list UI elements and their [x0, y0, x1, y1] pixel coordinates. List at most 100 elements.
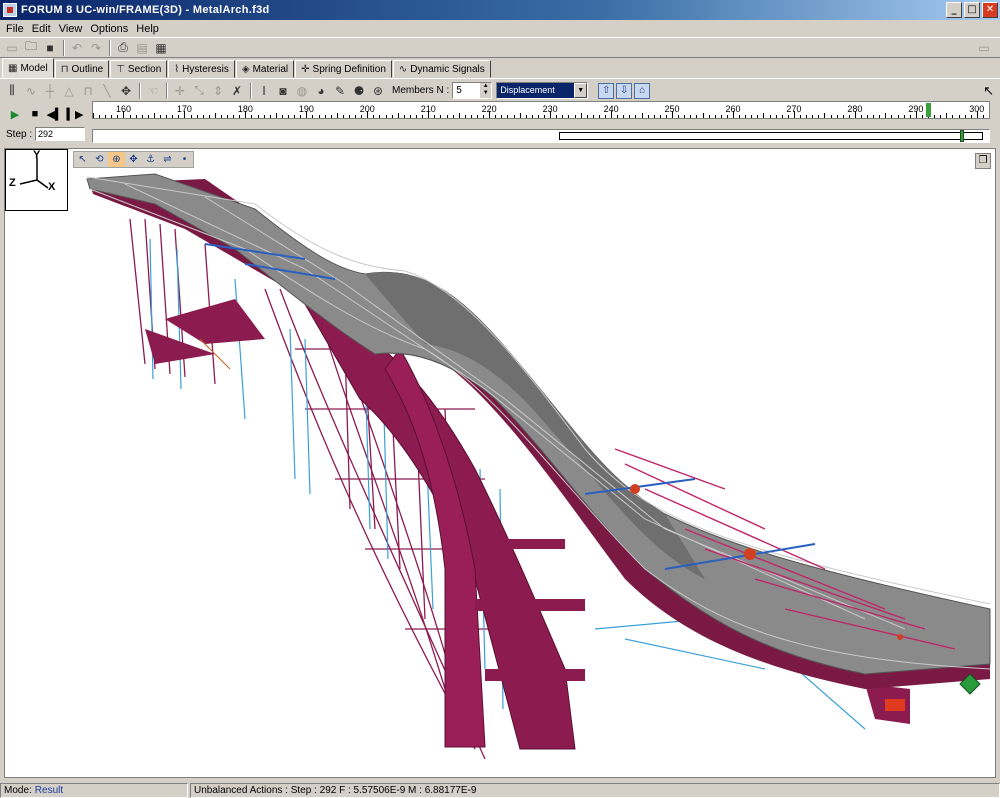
ruler-tick: [281, 115, 283, 118]
node-marker[interactable]: [630, 484, 640, 494]
new-file-icon[interactable]: ▭: [3, 39, 21, 57]
ruler-tick: [678, 115, 680, 118]
support-icon[interactable]: △: [60, 82, 78, 100]
ruler-tick: [848, 115, 850, 118]
anchor-icon[interactable]: ⚓: [142, 152, 159, 167]
deform-icon[interactable]: ⚈: [350, 82, 368, 100]
app-icon[interactable]: [3, 3, 17, 17]
node-marker[interactable]: [897, 634, 903, 640]
zoom-icon[interactable]: ⇌: [159, 152, 176, 167]
split-member-icon[interactable]: ✗: [228, 82, 246, 100]
print-icon[interactable]: ⎙: [114, 39, 132, 57]
undo-icon[interactable]: ↶: [68, 39, 86, 57]
ruler-tick: [464, 115, 466, 118]
rotate-icon[interactable]: ⇕: [209, 82, 227, 100]
step-back-icon[interactable]: ◀▍: [47, 107, 64, 121]
model-viewport[interactable]: Y Z X ↖ ⟲ ⊕ ✥ ⚓ ⇌ • ❐: [4, 148, 996, 778]
calculate-icon[interactable]: ▦: [152, 39, 170, 57]
node-icon[interactable]: ┼: [41, 82, 59, 100]
pan-icon[interactable]: ✥: [125, 152, 142, 167]
ruler-tick: [842, 115, 844, 118]
ruler-tick: [775, 115, 777, 118]
ruler-tick: [787, 115, 789, 118]
stop-icon[interactable]: ■: [28, 107, 42, 121]
tab-section[interactable]: ⊤ Section: [110, 60, 168, 78]
ruler-tick: [416, 115, 418, 118]
report-icon[interactable]: ⌂: [634, 82, 651, 99]
ruler-tick: [982, 115, 984, 118]
ruler-tick-label: 210: [420, 104, 436, 114]
maximize-button[interactable]: □: [964, 2, 980, 18]
minimize-button[interactable]: _: [946, 2, 962, 18]
ruler-tick: [708, 115, 710, 118]
hand-icon[interactable]: ☜: [144, 82, 162, 100]
restore-view-icon[interactable]: ❐: [975, 153, 991, 169]
spring-support-icon[interactable]: ⊓: [79, 82, 97, 100]
menu-help[interactable]: Help: [134, 23, 165, 35]
select-cursor-icon[interactable]: ↖: [983, 83, 994, 99]
menu-file[interactable]: File: [4, 23, 30, 35]
step-slider[interactable]: [92, 129, 990, 143]
title-bar: FORUM 8 UC-win/FRAME(3D) - MetalArch.f3d…: [0, 0, 1000, 20]
slider-thumb[interactable]: [960, 130, 965, 142]
tab-dynamic-signals[interactable]: ∿ Dynamic Signals: [392, 60, 491, 78]
toolbar-separator: [250, 82, 252, 99]
bridge-model-3d[interactable]: [5, 149, 996, 778]
member-line-icon[interactable]: ╲: [98, 82, 116, 100]
menu-bar: File Edit View Options Help: [0, 20, 1000, 37]
slider-range: [558, 132, 983, 140]
load-icon[interactable]: ✥: [117, 82, 135, 100]
solid-view-icon[interactable]: ◙: [274, 82, 292, 100]
material-icon: ◈: [241, 63, 250, 75]
ruler-tick: [964, 115, 966, 118]
dot-icon[interactable]: •: [176, 152, 193, 167]
ruler-tick: [93, 113, 94, 118]
close-button[interactable]: ✕: [982, 2, 998, 18]
save-icon[interactable]: ■: [41, 39, 59, 57]
redo-icon[interactable]: ↷: [87, 39, 105, 57]
animation-icon[interactable]: ⊛: [369, 82, 387, 100]
color-icon[interactable]: ◕: [312, 82, 330, 100]
current-step-marker[interactable]: [926, 103, 932, 117]
ruler-tick: [239, 115, 241, 118]
ruler-tick: [909, 115, 911, 118]
ruler-tick-label: 200: [359, 104, 375, 114]
move-node-icon[interactable]: ✛: [171, 82, 189, 100]
section-view-icon[interactable]: Ⅰ: [255, 82, 273, 100]
pointer-icon[interactable]: ↖: [74, 152, 91, 167]
ruler-tick-label: 230: [542, 104, 558, 114]
node-marker[interactable]: [744, 548, 756, 560]
tab-spring-definition[interactable]: ✛ Spring Definition: [295, 60, 392, 78]
curve-icon[interactable]: ∿: [22, 82, 40, 100]
scale-icon[interactable]: ⤡: [190, 82, 208, 100]
help-icon[interactable]: ▭: [975, 39, 993, 57]
step-input[interactable]: 292: [35, 127, 85, 141]
wireframe-icon[interactable]: ◍: [293, 82, 311, 100]
orbit-icon[interactable]: ⊕: [108, 152, 125, 167]
menu-options[interactable]: Options: [88, 23, 134, 35]
open-folder-icon[interactable]: 🗀: [22, 39, 40, 57]
play-icon[interactable]: ▶: [8, 107, 22, 121]
members-stepper[interactable]: 5 ▲ ▼: [452, 82, 493, 99]
menu-edit[interactable]: Edit: [30, 23, 57, 35]
step-forward-icon[interactable]: ▍▶: [67, 107, 84, 121]
stepper-arrows-icon[interactable]: ▲ ▼: [480, 83, 492, 98]
rotate-view-icon[interactable]: ⟲: [91, 152, 108, 167]
tab-outline[interactable]: ⊓ Outline: [54, 60, 110, 78]
chevron-down-icon[interactable]: ▼: [574, 83, 588, 98]
import-icon[interactable]: ⇩: [616, 82, 633, 99]
ruler-tick: [373, 115, 375, 118]
tab-hysteresis[interactable]: ⌇ Hysteresis: [168, 60, 235, 78]
clipboard-icon[interactable]: ▤: [133, 39, 151, 57]
tab-model[interactable]: ▦ Model: [2, 58, 54, 78]
render-icon[interactable]: ✎: [331, 82, 349, 100]
tab-material[interactable]: ◈ Material: [235, 60, 295, 78]
result-type-select[interactable]: Displacement ▼: [496, 82, 589, 99]
export-icon[interactable]: ⇧: [598, 82, 615, 99]
status-message: Unbalanced Actions : Step : 292 F : 5.57…: [190, 782, 1000, 798]
ruler-tick: [720, 115, 722, 118]
members-icon[interactable]: ⫼: [3, 82, 21, 100]
step-ruler[interactable]: 160 170 180 190 200 210 220 230 240 250 260 270 280 2…: [92, 101, 990, 119]
ruler-tick-label: 280: [847, 104, 863, 114]
menu-view[interactable]: View: [57, 23, 89, 35]
